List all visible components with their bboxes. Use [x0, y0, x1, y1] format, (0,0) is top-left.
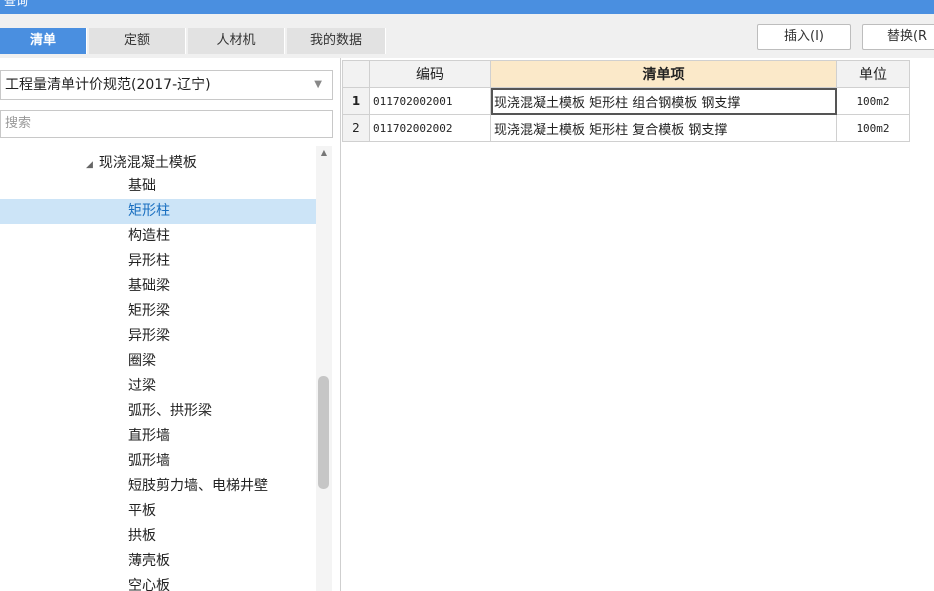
- tree-item-label: 薄壳板: [128, 553, 170, 569]
- tree-item[interactable]: 过梁: [0, 374, 316, 399]
- tree-item[interactable]: 圈梁: [0, 349, 316, 374]
- tree-item-label: 基础: [128, 178, 156, 194]
- tree-item[interactable]: 弧形墙: [0, 449, 316, 474]
- tree-item[interactable]: 拱板: [0, 524, 316, 549]
- cell-code[interactable]: 011702002001: [369, 87, 491, 115]
- scroll-up-arrow-icon[interactable]: ▲: [318, 148, 330, 158]
- tab-labor-material-machine[interactable]: 人材机: [188, 28, 285, 54]
- row-number: 1: [342, 87, 370, 115]
- tree-item-label: 短肢剪力墙、电梯井壁: [128, 478, 268, 494]
- tab-my-data[interactable]: 我的数据: [287, 28, 386, 54]
- window-title: 查询: [4, 0, 29, 8]
- chevron-down-icon[interactable]: ▼: [314, 71, 322, 99]
- tree-item-label: 直形墙: [128, 428, 170, 444]
- tree-item-label: 矩形梁: [128, 303, 170, 319]
- tree-item-label: 弧形、拱形梁: [128, 403, 212, 419]
- replace-button[interactable]: 替换(R: [862, 24, 934, 50]
- tree-item[interactable]: 弧形、拱形梁: [0, 399, 316, 424]
- tree-item-label: 异形柱: [128, 253, 170, 269]
- tree-parent-label: 现浇混凝土模板: [98, 155, 197, 171]
- category-tree: ◢ 现浇混凝土模板 基础矩形柱构造柱异形柱基础梁矩形梁异形梁圈梁过梁弧形、拱形梁直…: [0, 146, 316, 591]
- tree-scrollbar[interactable]: [316, 146, 332, 591]
- cell-item[interactable]: 现浇混凝土模板 矩形柱 组合钢模板 钢支撑: [490, 87, 837, 115]
- left-panel: 工程量清单计价规范(2017-辽宁) ▼ 搜索 ◢ 现浇混凝土模板 基础矩形柱构造…: [0, 58, 341, 591]
- tree-item[interactable]: 空心板: [0, 574, 316, 591]
- tree-item[interactable]: 基础: [0, 174, 316, 199]
- cell-unit[interactable]: 100m2: [836, 87, 910, 115]
- tree-item[interactable]: 基础梁: [0, 274, 316, 299]
- tree-item[interactable]: 短肢剪力墙、电梯井壁: [0, 474, 316, 499]
- tree-item-label: 过梁: [128, 378, 156, 394]
- tree-item[interactable]: 薄壳板: [0, 549, 316, 574]
- tab-bill[interactable]: 清单: [0, 28, 87, 54]
- tree-item[interactable]: 异形柱: [0, 249, 316, 274]
- tree-item-label: 异形梁: [128, 328, 170, 344]
- tree-item[interactable]: 矩形柱: [0, 199, 316, 224]
- table-row[interactable]: 2 011702002002 现浇混凝土模板 矩形柱 复合模板 钢支撑 100m…: [342, 114, 910, 142]
- tree-item-label: 弧形墙: [128, 453, 170, 469]
- search-input[interactable]: 搜索: [0, 110, 333, 138]
- tree-item-label: 空心板: [128, 578, 170, 591]
- tree-item-label: 圈梁: [128, 353, 156, 369]
- tree-item[interactable]: 构造柱: [0, 224, 316, 249]
- spec-select[interactable]: 工程量清单计价规范(2017-辽宁) ▼: [0, 70, 333, 100]
- cell-unit[interactable]: 100m2: [836, 114, 910, 142]
- collapse-triangle-icon[interactable]: ◢: [86, 160, 93, 170]
- tree-parent-node[interactable]: ◢ 现浇混凝土模板: [86, 152, 197, 174]
- spec-select-value: 工程量清单计价规范(2017-辽宁): [5, 77, 211, 93]
- tree-item-label: 构造柱: [128, 228, 170, 244]
- tree-item-label: 基础梁: [128, 278, 170, 294]
- tree-item[interactable]: 异形梁: [0, 324, 316, 349]
- tree-item-label: 拱板: [128, 528, 156, 544]
- insert-button[interactable]: 插入(I): [757, 24, 851, 50]
- tree-scroll-thumb[interactable]: [318, 376, 329, 489]
- tree-item-label: 矩形柱: [128, 203, 170, 219]
- cell-item[interactable]: 现浇混凝土模板 矩形柱 复合模板 钢支撑: [490, 114, 837, 142]
- column-header-item[interactable]: 清单项: [490, 60, 837, 88]
- column-header-code[interactable]: 编码: [369, 60, 491, 88]
- row-number: 2: [342, 114, 370, 142]
- cell-code[interactable]: 011702002002: [369, 114, 491, 142]
- tree-item[interactable]: 矩形梁: [0, 299, 316, 324]
- bill-table: 编码 清单项 单位 1 011702002001 现浇混凝土模板 矩形柱 组合钢…: [342, 60, 910, 142]
- column-header-unit[interactable]: 单位: [836, 60, 910, 88]
- window-titlebar: 查询: [0, 0, 934, 14]
- row-number-header: [342, 60, 370, 88]
- tree-item[interactable]: 直形墙: [0, 424, 316, 449]
- tree-item-label: 平板: [128, 503, 156, 519]
- tab-bar: 清单 定额 人材机 我的数据 插入(I) 替换(R: [0, 14, 934, 58]
- tree-item[interactable]: 平板: [0, 499, 316, 524]
- tab-quota[interactable]: 定额: [89, 28, 186, 54]
- table-row[interactable]: 1 011702002001 现浇混凝土模板 矩形柱 组合钢模板 钢支撑 100…: [342, 87, 910, 115]
